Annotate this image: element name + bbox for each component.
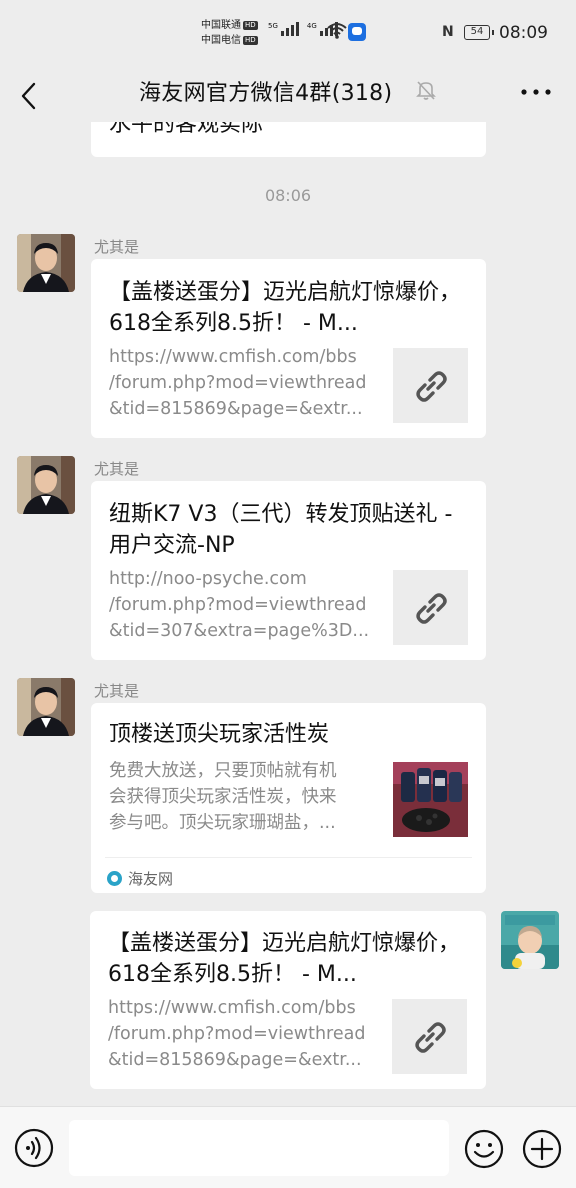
sender-name: 尤其是 <box>94 460 140 478</box>
avatar-photo <box>501 911 559 969</box>
plus-icon <box>522 1129 562 1169</box>
more-functions-button[interactable] <box>521 1128 563 1170</box>
battery-icon: 54 <box>464 25 494 40</box>
sender-name: 尤其是 <box>94 238 140 256</box>
link-card-message[interactable]: 纽斯K7 V3（三代）转发顶贴送礼 - 用户交流-NP http://noo-p… <box>91 481 486 660</box>
card-desc-line: https://www.cmfish.com/bbs <box>109 347 357 367</box>
more-options-button[interactable] <box>516 82 556 102</box>
chevron-left-icon <box>21 82 36 110</box>
link-icon <box>415 370 447 402</box>
status-time: 08:09 <box>499 23 548 43</box>
link-thumbnail <box>393 348 468 423</box>
message-list[interactable]: 水平的客观实际 08:06 尤其是 【盖楼送蛋分】迈光启航灯惊爆价，618全系列… <box>0 122 576 1106</box>
signal-5g-label: 5G <box>268 22 278 30</box>
carrier-info: 中国联通 HD 中国电信 HD <box>201 18 258 48</box>
card-title: 顶楼送顶尖玩家活性炭 <box>109 722 330 747</box>
message-input[interactable] <box>69 1120 449 1176</box>
time-separator: 08:06 <box>264 186 312 205</box>
link-thumbnail <box>392 999 467 1074</box>
signal-4g-label: 4G <box>306 22 317 30</box>
card-desc-line: 会获得顶尖玩家活性炭，快来 <box>109 787 337 807</box>
chat-title: 海友网官方微信4群(318) <box>139 81 393 106</box>
card-desc-line: http://noo-psyche.com <box>109 569 307 589</box>
voice-input-button[interactable] <box>14 1128 54 1168</box>
card-desc-line: &tid=307&extra=page%3D... <box>109 621 370 641</box>
card-desc-line: 免费大放送，只要顶帖就有机 <box>109 761 337 781</box>
product-photo <box>393 762 468 837</box>
input-bar <box>0 1106 576 1188</box>
card-title: 【盖楼送蛋分】迈光启航灯惊爆价，618全系列8.5折！ - M... <box>108 931 461 987</box>
sender-avatar[interactable] <box>17 456 75 514</box>
wifi-icon <box>327 23 347 39</box>
card-description: 免费大放送，只要顶帖就有机 会获得顶尖玩家活性炭，快来 参与吧。顶尖玩家珊瑚盐，… <box>109 758 379 836</box>
card-desc-line: &tid=815869&page=&extr... <box>109 399 363 419</box>
card-desc-line: /forum.php?mod=viewthread <box>109 595 367 615</box>
self-avatar[interactable] <box>501 911 559 969</box>
mute-bell-icon <box>416 81 436 100</box>
card-source: 海友网 <box>107 868 173 889</box>
emoji-button[interactable] <box>463 1128 505 1170</box>
card-description: https://www.cmfish.com/bbs /forum.php?mo… <box>109 344 379 422</box>
card-desc-line: /forum.php?mod=viewthread <box>109 373 367 393</box>
sender-avatar[interactable] <box>17 234 75 292</box>
hd-badge: HD <box>243 35 258 45</box>
more-dots-icon <box>521 89 551 95</box>
link-thumbnail <box>393 570 468 645</box>
card-description: https://www.cmfish.com/bbs /forum.php?mo… <box>108 995 378 1073</box>
card-desc-line: /forum.php?mod=viewthread <box>108 1024 366 1044</box>
card-desc-line: 参与吧。顶尖玩家珊瑚盐，... <box>109 813 336 833</box>
signal-5g-icon: 5G <box>268 22 299 36</box>
link-icon <box>415 592 447 624</box>
app-notification-icon <box>348 23 366 41</box>
link-card-message[interactable]: 【盖楼送蛋分】迈光启航灯惊爆价，618全系列8.5折！ - M... https… <box>91 259 486 438</box>
voice-icon <box>14 1128 54 1168</box>
back-button[interactable] <box>14 74 54 114</box>
sender-name: 尤其是 <box>94 682 140 700</box>
card-title: 纽斯K7 V3（三代）转发顶贴送礼 - 用户交流-NP <box>109 502 453 558</box>
carrier-2: 中国电信 <box>201 35 241 46</box>
sender-avatar[interactable] <box>17 678 75 736</box>
status-bar: 中国联通 HD 中国电信 HD 5G 4G N 54 08:09 <box>0 0 576 66</box>
hd-badge: HD <box>243 20 258 30</box>
message-text: 水平的客观实际 <box>109 122 264 137</box>
avatar-photo <box>17 678 75 736</box>
avatar-photo <box>17 234 75 292</box>
card-title: 【盖楼送蛋分】迈光启航灯惊爆价，618全系列8.5折！ - M... <box>109 280 462 336</box>
source-name: 海友网 <box>128 870 174 888</box>
article-card-message[interactable]: 顶楼送顶尖玩家活性炭 免费大放送，只要顶帖就有机 会获得顶尖玩家活性炭，快来 参… <box>91 703 486 979</box>
card-description: http://noo-psyche.com /forum.php?mod=vie… <box>109 566 379 644</box>
nfc-icon: N <box>442 24 454 40</box>
chat-header: 海友网官方微信4群(318) <box>0 66 576 122</box>
message-bubble-partial[interactable]: 水平的客观实际 <box>91 122 486 157</box>
avatar-photo <box>17 456 75 514</box>
article-thumbnail <box>393 762 468 837</box>
link-card-message-self[interactable]: 【盖楼送蛋分】迈光启航灯惊爆价，618全系列8.5折！ - M... https… <box>90 911 486 1089</box>
source-logo-icon <box>107 871 122 886</box>
card-footer-line <box>105 857 472 858</box>
link-icon <box>414 1021 446 1053</box>
card-desc-line: https://www.cmfish.com/bbs <box>108 998 356 1018</box>
carrier-1: 中国联通 <box>201 20 241 31</box>
emoji-icon <box>464 1129 504 1169</box>
card-desc-line: &tid=815869&page=&extr... <box>108 1050 362 1070</box>
